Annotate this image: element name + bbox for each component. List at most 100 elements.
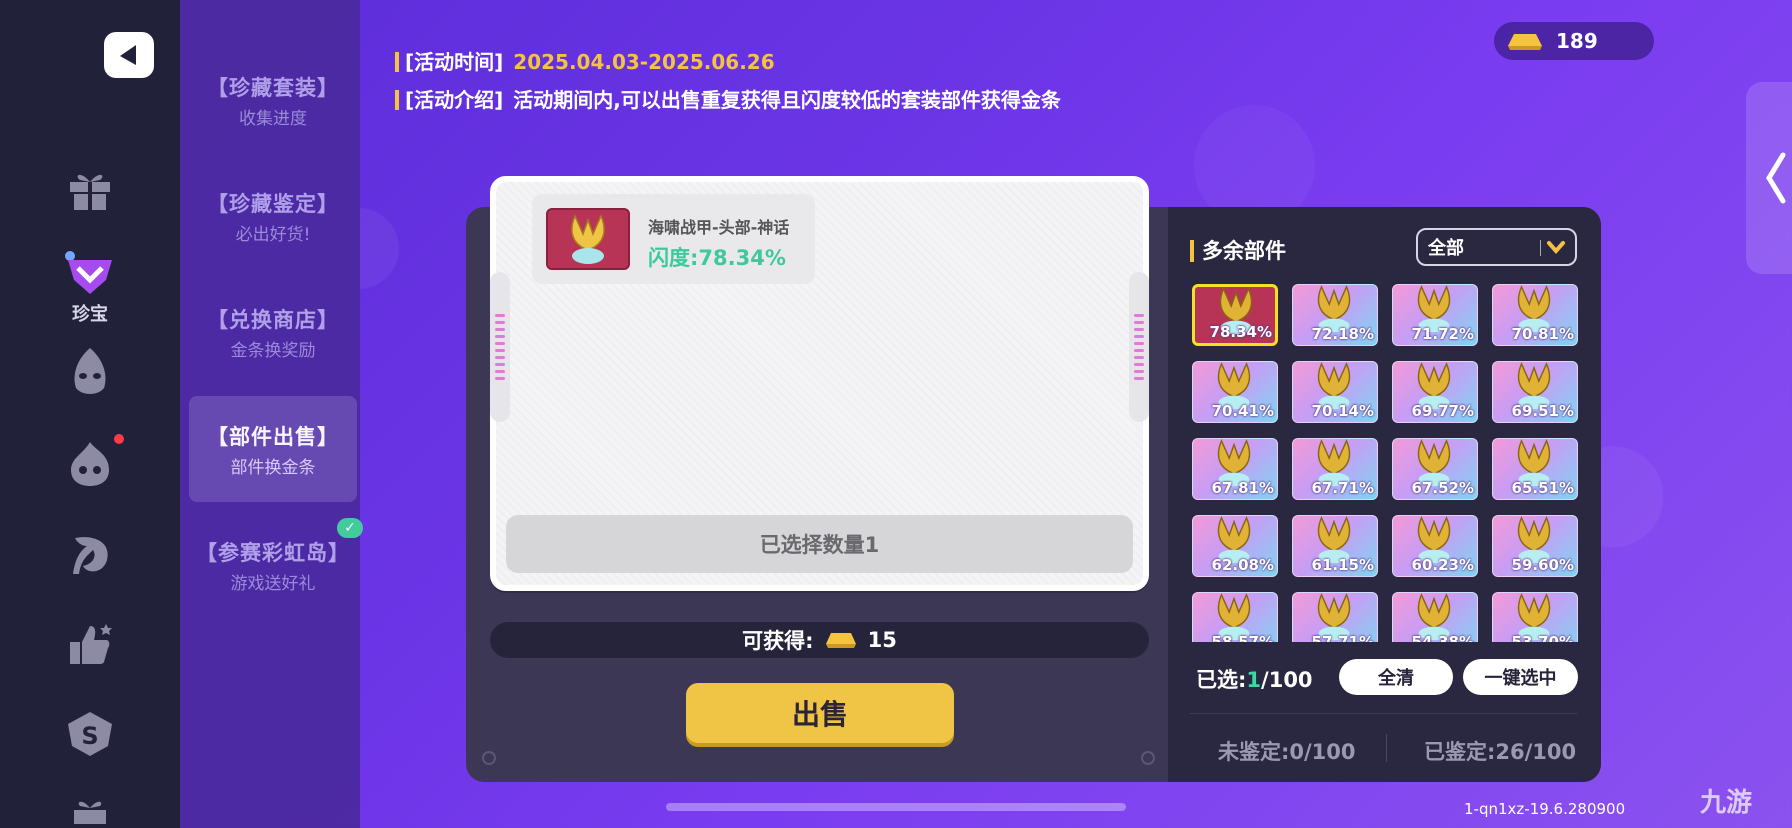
part-shine-percent: 61.15% [1311,556,1374,574]
menu-appraisal[interactable]: 【珍藏鉴定】 必出好货! [189,163,357,269]
part-shine-percent: 65.51% [1511,479,1574,497]
menu-subtitle: 游戏送好礼 [230,573,316,594]
home-indicator[interactable] [666,803,1126,811]
part-tile[interactable]: 61.15% [1292,515,1378,577]
part-tile[interactable]: 78.34% [1192,284,1278,346]
collapse-side-tab[interactable] [1746,82,1792,274]
part-tile[interactable]: 67.52% [1392,438,1478,500]
gift-box-icon [74,801,106,824]
identified-count: 已鉴定:26/100 [1424,740,1577,764]
item-thumbnail [546,208,630,270]
part-shine-percent: 70.14% [1311,402,1374,420]
part-tile[interactable]: 62.08% [1192,515,1278,577]
divider [1190,713,1577,714]
parts-title: 多余部件 [1190,235,1286,265]
part-tile[interactable]: 70.14% [1292,361,1378,423]
clear-all-button[interactable]: 全清 [1339,659,1453,695]
menu-rainbow-island[interactable]: 【参赛彩虹岛】 游戏送好礼 ✓ [189,512,363,618]
menu-title: 【部件出售】 [207,424,339,449]
gold-counter: 189 [1494,22,1654,60]
leaf-icon [73,537,108,574]
rail-hero[interactable] [54,346,126,398]
part-shine-percent: 70.41% [1211,402,1274,420]
gold-count: 189 [1556,29,1598,53]
left-icon-rail: 珍宝 S [0,0,180,828]
rail-leaf[interactable] [54,530,126,580]
pet-creature-icon [71,442,109,486]
menu-subtitle: 收集进度 [239,108,307,129]
part-tile[interactable]: 71.72% [1392,284,1478,346]
gift-icon [70,174,110,210]
parts-filter-dropdown[interactable]: 全部 [1416,228,1577,266]
picked-total: /100 [1261,668,1313,692]
menu-title: 【兑换商店】 [207,307,339,332]
activity-time: [活动时间] 2025.04.03-2025.06.26 [395,46,775,75]
rail-like[interactable] [54,620,126,668]
part-shine-percent: 72.18% [1311,325,1374,343]
version-text: 1-qn1xz-19.6.280900 [1464,800,1626,818]
part-tile[interactable]: 54.38% [1392,592,1478,642]
part-shine-percent: 58.57% [1211,633,1274,642]
hero-mask-icon [74,348,106,394]
part-tile[interactable]: 72.18% [1292,284,1378,346]
part-tile[interactable]: 65.51% [1492,438,1578,500]
menu-subtitle: 必出好货! [235,224,311,245]
part-shine-percent: 70.81% [1511,325,1574,343]
part-tile[interactable]: 69.51% [1492,361,1578,423]
menu-title: 【参赛彩虹岛】 [196,540,350,565]
part-tile[interactable]: 67.81% [1192,438,1278,500]
sell-button[interactable]: 出售 [686,683,954,743]
parts-grid[interactable]: 78.34% 72.18% 71.72% 70.81% 70.41% 70.14% 69.7… [1190,282,1580,642]
treasure-gem-icon [65,251,112,294]
part-tile[interactable]: 57.71% [1292,592,1378,642]
corner-dot [482,751,496,765]
accent-bar [395,52,399,72]
part-tile[interactable]: 60.23% [1392,515,1478,577]
intro-value: 活动期间内,可以出售重复获得且闪度较低的套装部件获得金条 [513,88,1061,112]
chevron-left-icon [1766,152,1786,204]
rail-gift[interactable] [54,168,126,212]
picked-number: 1 [1246,668,1262,692]
select-all-button[interactable]: 一键选中 [1463,659,1578,695]
part-tile[interactable]: 53.70% [1492,592,1578,642]
obtain-value: 15 [867,628,897,652]
rail-pet[interactable] [54,434,126,488]
selected-item-chip[interactable]: 海啸战甲-头部-神话 闪度:78.34% [532,194,815,284]
rail-treasure[interactable]: 珍宝 [54,248,126,326]
left-side-pill [490,272,510,422]
thumbs-up-icon [70,624,112,664]
obtain-bar: 可获得: 15 [490,622,1149,658]
part-shine-percent: 59.60% [1511,556,1574,574]
part-tile[interactable]: 70.41% [1192,361,1278,423]
intro-label: [活动介绍] [405,88,504,112]
shield-s-icon: S [68,712,112,756]
time-label: [活动时间] [405,50,504,74]
rail-badge[interactable]: S [54,710,126,758]
part-tile[interactable]: 67.71% [1292,438,1378,500]
menu-collection[interactable]: 【珍藏套装】 收集进度 [189,47,357,153]
activity-intro: [活动介绍] 活动期间内,可以出售重复获得且闪度较低的套装部件获得金条 [395,84,1061,113]
item-name: 海啸战甲-头部-神话 [648,218,790,237]
activity-menu: 【珍藏套装】 收集进度 【珍藏鉴定】 必出好货! 【兑换商店】 金条换奖励 【部… [180,0,363,828]
part-tile[interactable]: 59.60% [1492,515,1578,577]
part-shine-percent: 69.77% [1411,402,1474,420]
selected-items-card: 海啸战甲-头部-神话 闪度:78.34% 已选择数量1 [490,176,1149,591]
menu-exchange-shop[interactable]: 【兑换商店】 金条换奖励 [189,279,357,385]
part-tile[interactable]: 69.77% [1392,361,1478,423]
selected-count-bar: 已选择数量1 [506,515,1133,573]
accent-bar [1190,240,1194,262]
menu-title: 【珍藏套装】 [207,75,339,100]
picked-prefix: 已选: [1196,668,1247,692]
filter-value: 全部 [1428,238,1464,259]
part-shine-percent: 78.34% [1209,323,1272,341]
rail-treasure-label: 珍宝 [72,304,108,325]
part-shine-percent: 60.23% [1411,556,1474,574]
part-tile[interactable]: 58.57% [1192,592,1278,642]
accent-bar [395,90,399,110]
back-button[interactable] [104,32,154,78]
gold-bar-icon [825,633,856,648]
part-tile[interactable]: 70.81% [1492,284,1578,346]
part-shine-percent: 57.71% [1311,633,1374,642]
rail-more[interactable] [54,796,126,826]
menu-part-sale[interactable]: 【部件出售】 部件换金条 [189,396,357,502]
